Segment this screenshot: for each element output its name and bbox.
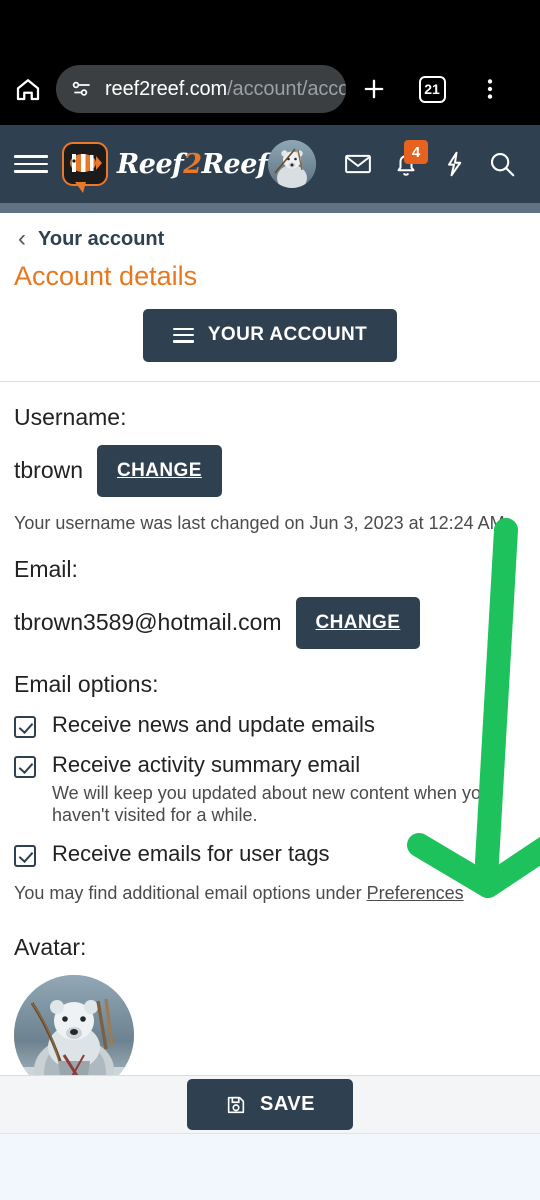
checkbox-sub-activity: We will keep you updated about new conte…: [52, 782, 491, 826]
breadcrumb[interactable]: ‹ Your account: [0, 213, 540, 257]
logo-text-2: 2: [183, 148, 202, 180]
email-row: tbrown3589@hotmail.com CHANGE: [14, 596, 526, 649]
username-label: Username:: [14, 403, 127, 430]
hamburger-icon: [172, 324, 194, 347]
envelope-icon: [345, 154, 371, 174]
avatar-label: Avatar:: [14, 933, 87, 960]
email-value: tbrown3589@hotmail.com: [14, 609, 282, 636]
address-bar-text: reef2reef.com/account/acco: [105, 78, 346, 101]
logo-text-1: Reef: [116, 148, 184, 180]
breadcrumb-label: Your account: [38, 227, 165, 250]
your-account-button[interactable]: YOUR ACCOUNT: [142, 309, 398, 362]
header-avatar[interactable]: [268, 140, 316, 188]
alerts-button[interactable]: 4: [382, 140, 430, 188]
username-value: tbrown: [14, 457, 84, 484]
url-path: /account/acco: [227, 77, 346, 100]
checkbox-checked-icon[interactable]: [14, 755, 36, 778]
page-title: Account details: [14, 261, 198, 291]
floppy-disk-icon: [227, 1096, 245, 1113]
your-account-button-label: YOUR ACCOUNT: [207, 324, 368, 346]
browser-chrome: reef2reef.com/account/acco 21: [0, 0, 540, 125]
change-email-button[interactable]: CHANGE: [295, 596, 421, 649]
inbox-button[interactable]: [334, 140, 382, 188]
user-avatar-image: [268, 140, 316, 188]
tab-switcher-button[interactable]: 21: [402, 75, 462, 103]
search-button[interactable]: [478, 140, 526, 188]
site-header: Reef2Reef 4: [0, 125, 540, 203]
checkbox-label-activity: Receive activity summary email: [52, 751, 361, 777]
tab-count: 21: [418, 75, 446, 103]
new-tab-button[interactable]: [346, 75, 402, 103]
page-content: ‹ Your account Account details YOUR ACCO…: [0, 213, 540, 1095]
logo-text-3: Reef: [201, 148, 269, 180]
save-button-label: SAVE: [260, 1093, 315, 1115]
page-info-icon[interactable]: [70, 77, 94, 101]
logo-wordmark: Reef2Reef: [116, 148, 269, 180]
alerts-badge: 4: [404, 140, 428, 164]
email-options-label: Email options:: [14, 670, 159, 697]
lightning-bolt-icon: [448, 151, 462, 177]
three-dot-menu-icon: [487, 79, 493, 99]
clownfish-icon: [69, 154, 102, 172]
account-form: Username: tbrown CHANGE Your username wa…: [0, 404, 540, 1095]
change-username-button[interactable]: CHANGE: [97, 444, 222, 497]
home-button[interactable]: [0, 74, 56, 104]
site-menu-button[interactable]: [0, 150, 62, 178]
save-bar: SAVE: [0, 1075, 540, 1134]
search-icon: [490, 152, 515, 177]
preferences-link[interactable]: Preferences: [367, 883, 464, 903]
email-label: Email:: [14, 555, 78, 582]
checkbox-row-activity[interactable]: Receive activity summary email: [14, 752, 526, 778]
checkbox-label-news: Receive news and update emails: [52, 711, 375, 737]
site-logo[interactable]: Reef2Reef: [61, 141, 269, 193]
chevron-left-icon[interactable]: ‹: [18, 227, 26, 251]
email-options-note: You may find additional email options un…: [14, 883, 526, 904]
username-help-text: Your username was last changed on Jun 3,…: [14, 512, 510, 533]
quick-actions-button[interactable]: [430, 140, 478, 188]
note-prefix: You may find additional email options un…: [14, 882, 367, 903]
save-button[interactable]: SAVE: [187, 1079, 353, 1130]
clownfish-logo-icon: [61, 142, 108, 193]
section-divider: [0, 380, 540, 382]
checkbox-row-user-tags[interactable]: Receive emails for user tags: [14, 841, 526, 867]
home-icon: [16, 79, 40, 101]
checkbox-checked-icon[interactable]: [14, 844, 36, 867]
header-actions: 4: [268, 125, 540, 203]
account-nav-wrap: YOUR ACCOUNT: [0, 292, 540, 381]
plus-icon: [364, 79, 384, 99]
browser-menu-button[interactable]: [462, 76, 518, 102]
browser-toolbar: reef2reef.com/account/acco 21: [0, 58, 540, 120]
username-row: tbrown CHANGE: [14, 444, 526, 497]
url-domain: reef2reef.com: [105, 77, 228, 100]
hamburger-icon: [13, 150, 48, 178]
address-bar[interactable]: reef2reef.com/account/acco: [56, 65, 346, 113]
checkbox-row-news[interactable]: Receive news and update emails: [14, 712, 526, 738]
checkbox-checked-icon[interactable]: [14, 715, 36, 738]
header-accent-strip: [0, 203, 540, 213]
checkbox-label-user-tags: Receive emails for user tags: [52, 840, 330, 866]
screen: reef2reef.com/account/acco 21 Reef2Reef …: [0, 0, 540, 1200]
